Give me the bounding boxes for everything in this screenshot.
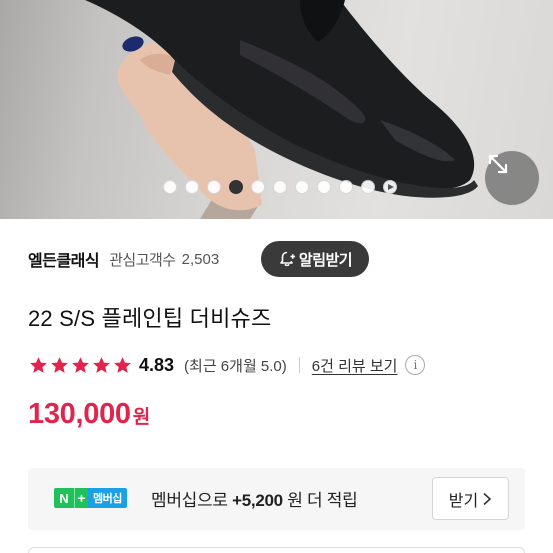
- carousel-dot[interactable]: [250, 180, 265, 194]
- membership-text-suffix: 원 더 적립: [287, 491, 358, 510]
- membership-reward-amount: +5,200: [232, 491, 283, 510]
- divider: [298, 357, 300, 373]
- expand-arrows-icon: [488, 154, 508, 174]
- membership-badge-label: 멤버십: [88, 488, 127, 508]
- alarm-button-label: 알림받기: [298, 251, 353, 269]
- bell-plus-icon: [280, 251, 295, 267]
- product-image-carousel[interactable]: [0, 0, 553, 219]
- naver-membership-badge: N + 멤버십: [54, 488, 127, 508]
- star-icon: [93, 356, 110, 373]
- info-icon[interactable]: i: [405, 355, 426, 375]
- carousel-dot-active[interactable]: [228, 180, 243, 194]
- naver-n-logo: N: [54, 488, 74, 508]
- carousel-dot[interactable]: [206, 180, 221, 194]
- star-icon: [114, 356, 131, 373]
- play-icon[interactable]: [382, 180, 397, 194]
- store-fans-label: 관심고객수: [109, 251, 176, 269]
- membership-banner: N + 멤버십 멤버십으로 +5,200 원 더 적립 받기: [28, 468, 525, 530]
- carousel-dot[interactable]: [162, 180, 177, 194]
- membership-text-prefix: 멤버십으로: [151, 491, 228, 510]
- price-unit: 원: [132, 407, 151, 428]
- price: 130,000 원: [28, 398, 150, 431]
- next-section-card: [28, 547, 525, 553]
- carousel-dot[interactable]: [316, 180, 331, 194]
- chevron-right-icon: [483, 492, 492, 505]
- rating-recent: (최근 6개월 5.0): [184, 357, 287, 375]
- receive-button[interactable]: 받기: [432, 477, 509, 520]
- rating-summary: 4.83 (최근 6개월 5.0) 6건 리뷰 보기 i: [28, 351, 426, 379]
- store-info: 엘든클래식 관심고객수 2,503: [28, 240, 219, 278]
- carousel-dot[interactable]: [338, 180, 353, 194]
- star-rating: [28, 355, 133, 376]
- alarm-subscribe-button[interactable]: 알림받기: [261, 241, 369, 277]
- carousel-dot[interactable]: [184, 180, 199, 194]
- carousel-pagination: [0, 180, 553, 198]
- review-link[interactable]: 6건 리뷰 보기: [312, 355, 398, 376]
- expand-image-button[interactable]: [485, 151, 539, 205]
- price-amount: 130,000: [28, 398, 131, 430]
- plus-icon: +: [74, 488, 88, 508]
- star-icon: [51, 356, 68, 373]
- rating-value: 4.83: [139, 354, 175, 375]
- store-name[interactable]: 엘든클래식: [28, 247, 100, 271]
- carousel-dot[interactable]: [360, 180, 375, 194]
- receive-button-label: 받기: [448, 492, 479, 510]
- store-fans-count: 2,503: [181, 250, 220, 268]
- carousel-dot[interactable]: [272, 180, 287, 194]
- membership-reward-text: 멤버십으로 +5,200 원 더 적립: [151, 486, 358, 511]
- star-icon: [72, 356, 89, 373]
- product-title: 22 S/S 플레인팁 더비슈즈: [28, 306, 272, 331]
- star-icon: [30, 356, 47, 373]
- carousel-dot[interactable]: [294, 180, 309, 194]
